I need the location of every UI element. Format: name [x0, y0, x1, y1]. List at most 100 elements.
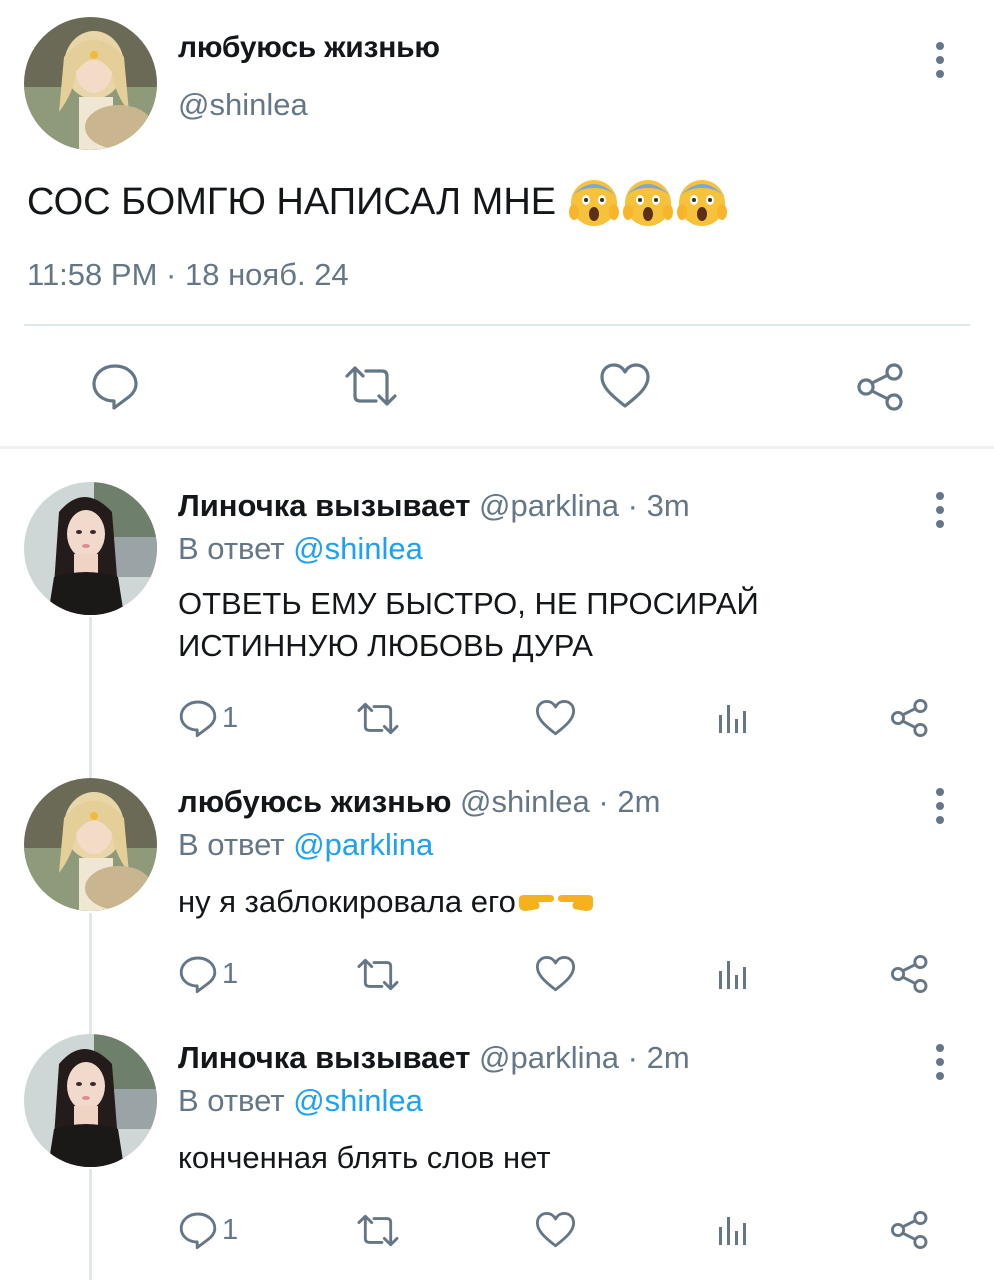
- main-tweet: любуюсь жизнью @shinlea СОС БОМГЮ НАПИСА…: [0, 0, 994, 446]
- reply-icon: [179, 700, 217, 738]
- share-button[interactable]: [890, 698, 930, 738]
- retweet-button[interactable]: [355, 957, 401, 992]
- display-name[interactable]: любуюсь жизнью: [178, 784, 451, 819]
- scream-emoji-icon: [677, 180, 728, 226]
- share-icon: [890, 954, 928, 994]
- replying-to: В ответ @shinlea: [178, 1083, 423, 1119]
- heart-icon: [535, 956, 576, 992]
- tweet-time: 11:58 PM: [27, 257, 158, 292]
- share-button[interactable]: [890, 1210, 930, 1250]
- reply-text: ну я заблокировала его: [178, 881, 878, 923]
- mention-link[interactable]: @shinlea: [293, 1083, 423, 1118]
- reply-text-line: конченная блять слов нет: [178, 1140, 551, 1175]
- reply-tweet[interactable]: любуюсь жизнью @shinlea · 2m В ответ @pa…: [0, 778, 994, 1034]
- reply-header: Линочка вызывает @parklina · 2m: [178, 1040, 690, 1076]
- like-button[interactable]: [535, 955, 576, 993]
- avatar[interactable]: [24, 778, 157, 911]
- reply-icon: [92, 364, 138, 410]
- analytics-icon: [719, 961, 746, 989]
- divider: [24, 324, 970, 326]
- heart-icon: [535, 700, 576, 736]
- retweet-icon: [357, 702, 399, 735]
- retweet-icon: [357, 958, 399, 991]
- share-icon: [890, 698, 928, 738]
- reply-button[interactable]: [90, 361, 140, 411]
- replying-to: В ответ @shinlea: [178, 531, 423, 567]
- display-name[interactable]: Линочка вызывает: [178, 1040, 470, 1075]
- share-icon: [857, 363, 903, 411]
- meta-separator: ·: [598, 784, 609, 819]
- like-button[interactable]: [535, 1211, 576, 1249]
- reply-text: ОТВЕТЬ ЕМУ БЫСТРО, НЕ ПРОСИРАЙ ИСТИННУЮ …: [178, 583, 878, 667]
- pointing-right-emoji-icon: [518, 895, 554, 911]
- replying-to-label: В ответ: [178, 1083, 285, 1118]
- avatar[interactable]: [24, 17, 157, 150]
- reply-time: 2m: [617, 784, 661, 819]
- username-handle[interactable]: @shinlea: [178, 87, 308, 123]
- analytics-button[interactable]: [716, 701, 750, 735]
- reply-count: 1: [222, 1213, 239, 1246]
- scream-emoji-icon: [623, 180, 674, 226]
- share-button[interactable]: [856, 362, 906, 412]
- reply-time: 3m: [646, 488, 690, 523]
- reply-text-line: ОТВЕТЬ ЕМУ БЫСТРО, НЕ ПРОСИРАЙ: [178, 586, 759, 621]
- section-divider: [0, 446, 994, 449]
- reply-count: 1: [222, 957, 239, 990]
- like-button[interactable]: [599, 362, 651, 410]
- reply-text-line: ну я заблокировала его: [178, 884, 516, 919]
- more-options-icon[interactable]: [927, 1044, 953, 1080]
- analytics-icon: [719, 1217, 746, 1245]
- retweet-icon: [345, 366, 397, 406]
- reply-header: любуюсь жизнью @shinlea · 2m: [178, 784, 660, 820]
- tweet-date: 18 нояб. 24: [184, 257, 349, 292]
- share-icon: [890, 1210, 928, 1250]
- display-name[interactable]: любуюсь жизнью: [178, 31, 440, 65]
- reply-tweet[interactable]: Линочка вызывает @parklina · 3m В ответ …: [0, 482, 994, 778]
- mention-link[interactable]: @shinlea: [293, 531, 423, 566]
- analytics-button[interactable]: [716, 1213, 750, 1247]
- reply-button[interactable]: 1: [178, 698, 238, 738]
- retweet-button[interactable]: [355, 701, 401, 736]
- display-name[interactable]: Линочка вызывает: [178, 488, 470, 523]
- reply-icon: [179, 956, 217, 994]
- username-handle[interactable]: @shinlea: [460, 784, 590, 819]
- heart-icon: [535, 1212, 576, 1248]
- meta-separator: ·: [627, 1040, 638, 1075]
- retweet-button[interactable]: [355, 1213, 401, 1248]
- reply-text: конченная блять слов нет: [178, 1137, 878, 1179]
- retweet-button[interactable]: [342, 364, 400, 408]
- more-options-icon[interactable]: [927, 42, 953, 78]
- reply-text-line: ИСТИННУЮ ЛЮБОВЬ ДУРА: [178, 628, 593, 663]
- retweet-icon: [357, 1214, 399, 1247]
- reply-tweet[interactable]: Линочка вызывает @parklina · 2m В ответ …: [0, 1034, 994, 1280]
- meta-separator: ·: [627, 488, 638, 523]
- replying-to: В ответ @parklina: [178, 827, 433, 863]
- tweet-timestamp[interactable]: 11:58 PM · 18 нояб. 24: [27, 257, 349, 293]
- avatar[interactable]: [24, 1034, 157, 1167]
- more-options-icon[interactable]: [927, 788, 953, 824]
- replying-to-label: В ответ: [178, 827, 285, 862]
- pointing-left-emoji-icon: [557, 895, 593, 911]
- scream-emoji-icon: [569, 180, 620, 226]
- username-handle[interactable]: @parklina: [479, 488, 619, 523]
- analytics-button[interactable]: [716, 957, 750, 991]
- avatar[interactable]: [24, 482, 157, 615]
- replying-to-label: В ответ: [178, 531, 285, 566]
- emoji-group: [568, 176, 728, 228]
- reply-button[interactable]: 1: [178, 1210, 238, 1250]
- tweet-text: СОС БОМГЮ НАПИСАЛ МНЕ: [27, 180, 557, 223]
- reply-time: 2m: [646, 1040, 690, 1075]
- reply-button[interactable]: 1: [178, 954, 238, 994]
- reply-header: Линочка вызывает @parklina · 3m: [178, 488, 690, 524]
- more-options-icon[interactable]: [927, 492, 953, 528]
- share-button[interactable]: [890, 954, 930, 994]
- like-button[interactable]: [535, 699, 576, 737]
- heart-icon: [600, 363, 650, 408]
- username-handle[interactable]: @parklina: [479, 1040, 619, 1075]
- analytics-icon: [719, 705, 746, 733]
- tweet-text-container: СОС БОМГЮ НАПИСАЛ МНЕ: [27, 176, 728, 228]
- reply-count: 1: [222, 701, 239, 734]
- reply-icon: [179, 1212, 217, 1250]
- meta-separator: ·: [166, 257, 177, 292]
- mention-link[interactable]: @parklina: [293, 827, 433, 862]
